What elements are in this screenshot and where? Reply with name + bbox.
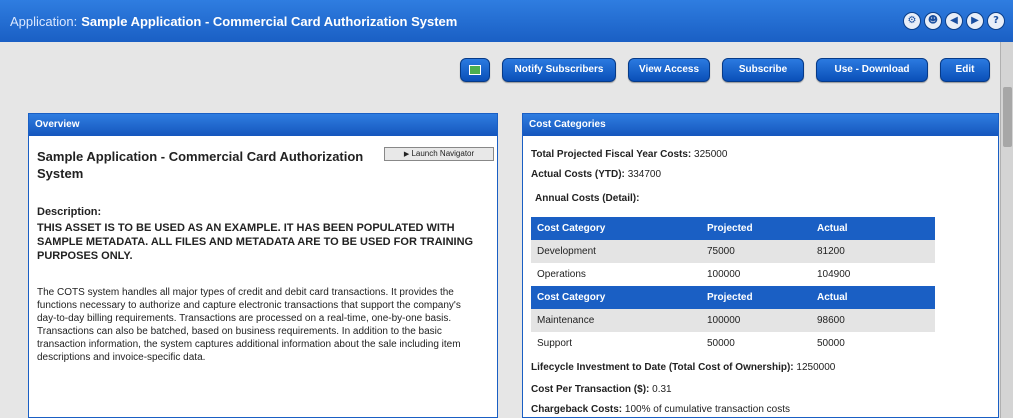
chargeback-row: Chargeback Costs: 100% of cumulative tra… — [531, 404, 790, 415]
table-row: Development 75000 81200 — [531, 240, 935, 263]
cell-actual: 81200 — [811, 240, 935, 263]
cost-per-transaction-row: Cost Per Transaction ($): 0.31 — [531, 384, 672, 395]
table-row: Maintenance 100000 98600 — [531, 309, 935, 332]
column-header-projected: Projected — [701, 217, 811, 240]
total-projected-row: Total Projected Fiscal Year Costs: 32500… — [531, 149, 727, 160]
cell-actual: 50000 — [817, 338, 845, 349]
cell-actual: 98600 — [811, 309, 935, 332]
column-header-category: Cost Category — [531, 217, 701, 240]
cell-actual: 104900 — [817, 269, 851, 280]
description-label: Description: — [37, 206, 102, 218]
use-download-button[interactable]: Use - Download — [816, 58, 928, 82]
launch-navigator-button[interactable]: ▶ Launch Navigator — [384, 147, 494, 161]
table-row: Operations 100000 104900 — [531, 263, 935, 286]
subscribe-button[interactable]: Subscribe — [722, 58, 804, 82]
asset-title: Sample Application - Commercial Card Aut… — [37, 149, 364, 181]
play-icon: ▶ — [403, 151, 410, 158]
lifecycle-row: Lifecycle Investment to Date (Total Cost… — [531, 362, 835, 373]
overview-panel: Overview Sample Application - Commercial… — [28, 113, 498, 418]
column-header-actual: Actual — [811, 217, 935, 240]
chargeback-value: 100% of cumulative transaction costs — [624, 404, 791, 415]
back-icon[interactable]: ◀ — [945, 12, 963, 30]
cell-projected: 50000 — [707, 338, 735, 349]
notify-subscribers-button[interactable]: Notify Subscribers — [502, 58, 616, 82]
app-name-title: Sample Application - Commercial Card Aut… — [81, 13, 458, 29]
cell-projected: 100000 — [701, 309, 811, 332]
column-header-projected: Projected — [701, 286, 811, 309]
settings-icon[interactable]: ⚙ — [903, 12, 921, 30]
cell-projected: 100000 — [707, 269, 741, 280]
scrollbar-thumb[interactable] — [1003, 87, 1012, 147]
view-access-button[interactable]: View Access — [628, 58, 710, 82]
title-bar: Application: Sample Application - Commer… — [0, 0, 1013, 42]
table-row: Support 50000 50000 — [531, 332, 935, 355]
overview-heading: Overview — [29, 114, 497, 136]
table-header-row: Cost Category Projected Actual — [531, 286, 935, 309]
action-toolbar: Notify Subscribers View Access Subscribe… — [0, 58, 1000, 82]
forward-icon[interactable]: ▶ — [966, 12, 984, 30]
annual-costs-label: Annual Costs (Detail): — [535, 193, 640, 204]
cost-table-2: Cost Category Projected Actual Maintenan… — [531, 286, 935, 355]
help-icon[interactable]: ? — [987, 12, 1005, 30]
column-header-actual: Actual — [811, 286, 935, 309]
table-header-row: Cost Category Projected Actual — [531, 217, 935, 240]
cell-category: Support — [537, 338, 573, 349]
chargeback-label: Chargeback Costs: — [531, 404, 623, 415]
app-prefix-label: Application: — [10, 13, 78, 29]
column-header-category: Cost Category — [531, 286, 701, 309]
launch-navigator-label: Launch Navigator — [411, 149, 475, 158]
description-notice: THIS ASSET IS TO BE USED AS AN EXAMPLE. … — [37, 222, 474, 262]
actual-costs-value: 334700 — [627, 169, 662, 180]
cost-per-transaction-label: Cost Per Transaction ($): — [531, 384, 650, 395]
screen-icon — [469, 65, 481, 75]
lifecycle-label: Lifecycle Investment to Date (Total Cost… — [531, 362, 794, 373]
cost-table-1: Cost Category Projected Actual Developme… — [531, 217, 935, 286]
cell-category: Operations — [537, 269, 586, 280]
cell-category: Maintenance — [531, 309, 701, 332]
cost-per-transaction-value: 0.31 — [652, 384, 672, 395]
description-body: The COTS system handles all major types … — [37, 287, 461, 363]
screen-icon-button[interactable] — [460, 58, 490, 82]
total-projected-label: Total Projected Fiscal Year Costs: — [531, 149, 692, 160]
user-icon[interactable]: ☻ — [924, 12, 942, 30]
cell-projected: 75000 — [701, 240, 811, 263]
actual-costs-row: Actual Costs (YTD): 334700 — [531, 169, 661, 180]
title-icon-group: ⚙ ☻ ◀ ▶ ? — [903, 12, 1005, 30]
actual-costs-label: Actual Costs (YTD): — [531, 169, 625, 180]
edit-button[interactable]: Edit — [940, 58, 990, 82]
cost-categories-panel: Cost Categories Total Projected Fiscal Y… — [522, 113, 999, 418]
total-projected-value: 325000 — [694, 149, 728, 160]
cell-category: Development — [531, 240, 701, 263]
lifecycle-value: 1250000 — [796, 362, 836, 373]
cost-categories-heading: Cost Categories — [523, 114, 998, 136]
vertical-scrollbar[interactable] — [1000, 42, 1013, 418]
